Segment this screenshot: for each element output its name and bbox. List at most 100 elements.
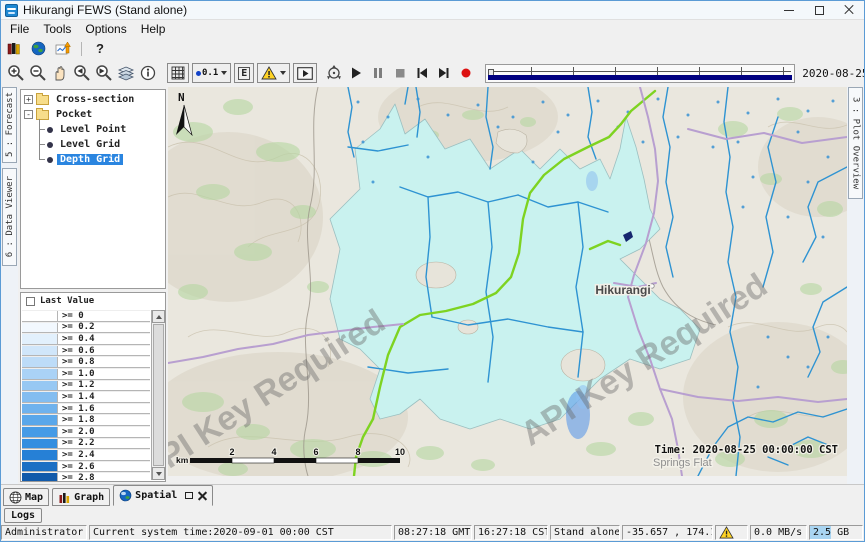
movie-button[interactable] — [293, 63, 317, 83]
scroll-down-button[interactable] — [152, 467, 165, 480]
minimize-button[interactable] — [774, 1, 804, 19]
menu-item-file[interactable]: File — [3, 21, 36, 37]
classbreak-dot-icon — [196, 71, 201, 76]
dock-tab-3-plot-overview[interactable]: 3 : Plot Overview — [848, 87, 863, 199]
status-coordinates: -35.657 , 174.199 — [622, 525, 713, 540]
legend-row[interactable]: >= 2.2 — [22, 438, 150, 450]
profile-button[interactable]: E — [234, 63, 254, 83]
dock-tab-5-forecast[interactable]: 5 : Forecast — [2, 87, 17, 163]
menu-item-tools[interactable]: Tools — [36, 21, 78, 37]
tree-item-level-grid[interactable]: Level Grid — [21, 137, 165, 152]
legend-row[interactable]: >= 0 — [22, 310, 150, 322]
close-icon[interactable] — [198, 491, 207, 500]
svg-text:2: 2 — [229, 447, 234, 457]
dock-tab-label: 6 : Data Viewer — [5, 176, 15, 257]
tree-label: Depth Grid — [57, 154, 123, 165]
tree-item-depth-grid[interactable]: Depth Grid — [21, 152, 165, 167]
chart-export-button[interactable] — [54, 40, 71, 57]
legend-scrollbar[interactable] — [151, 310, 165, 480]
tab-label: Map — [25, 492, 43, 503]
legend-swatch — [22, 427, 58, 437]
tree-label: Level Point — [57, 124, 129, 135]
tree-item-level-point[interactable]: Level Point — [21, 122, 165, 137]
last-value-checkbox[interactable] — [26, 297, 35, 306]
legend-row[interactable]: >= 2.0 — [22, 426, 150, 438]
map-canvas[interactable]: API Key Required API Key Required Hikura… — [168, 87, 847, 476]
zoom-next-button[interactable] — [93, 62, 114, 84]
animation-settings-button[interactable] — [323, 62, 344, 84]
scroll-up-button[interactable] — [152, 310, 165, 323]
restore-icon[interactable] — [185, 492, 193, 499]
step-forward-button[interactable] — [433, 62, 454, 84]
legend-row[interactable]: >= 1.6 — [22, 403, 150, 415]
zoom-in-icon — [7, 64, 25, 82]
toolbar-separator — [81, 42, 82, 56]
zoom-in-button[interactable] — [5, 62, 26, 84]
layers-button[interactable] — [115, 62, 136, 84]
stop-button[interactable] — [389, 62, 410, 84]
legend-row[interactable]: >= 2.4 — [22, 449, 150, 461]
tree-expander-icon[interactable]: + — [24, 95, 33, 104]
legend-row[interactable]: >= 0.6 — [22, 345, 150, 357]
close-button[interactable] — [834, 1, 864, 19]
map-display-button[interactable] — [30, 40, 47, 57]
legend-swatch — [22, 381, 58, 391]
legend-row[interactable]: >= 0.8 — [22, 356, 150, 368]
close-icon — [844, 5, 854, 15]
play-button[interactable] — [345, 62, 366, 84]
legend-row[interactable]: >= 2.6 — [22, 461, 150, 473]
menu-item-options[interactable]: Options — [78, 21, 133, 37]
tree-connector — [34, 137, 46, 152]
status-bar: AdministratorCurrent system time:2020-09… — [1, 524, 864, 541]
tree-item-pocket[interactable]: - Pocket — [21, 107, 165, 122]
pause-icon — [370, 65, 386, 81]
logs-button[interactable]: Logs — [4, 508, 42, 523]
legend-row[interactable]: >= 1.4 — [22, 391, 150, 403]
dock-tab-6-data-viewer[interactable]: 6 : Data Viewer — [2, 168, 17, 266]
tab-spatial[interactable]: Spatial — [113, 485, 213, 506]
legend-list: >= 0>= 0.2>= 0.4>= 0.6>= 0.8>= 1.0>= 1.2… — [22, 310, 150, 481]
map-container: API Key Required API Key Required Hikura… — [168, 87, 847, 484]
timeline-slider[interactable] — [485, 64, 795, 83]
maximize-button[interactable] — [804, 1, 834, 19]
wireframe-globe-icon — [9, 491, 22, 504]
thresholds-warning-dropdown[interactable] — [257, 63, 290, 83]
tab-graph[interactable]: Graph — [52, 488, 110, 506]
stop-icon — [392, 65, 408, 81]
pan-button[interactable] — [49, 62, 70, 84]
record-button[interactable] — [455, 62, 476, 84]
legend-row[interactable]: >= 0.4 — [22, 333, 150, 345]
window-title: Hikurangi FEWS (Stand alone) — [23, 3, 187, 17]
tree-label: Pocket — [53, 109, 95, 120]
scroll-thumb[interactable] — [153, 324, 164, 466]
zoom-out-button[interactable] — [27, 62, 48, 84]
zoom-next-icon — [95, 64, 113, 82]
svg-text:8: 8 — [355, 447, 360, 457]
legend-row[interactable]: >= 1.0 — [22, 368, 150, 380]
map-label-hikurangi: Hikurangi — [595, 283, 650, 297]
tree-expander-icon[interactable]: - — [24, 110, 33, 119]
legend-row[interactable]: >= 0.2 — [22, 322, 150, 334]
info-button[interactable] — [137, 62, 158, 84]
zoom-previous-button[interactable] — [71, 62, 92, 84]
database-button[interactable] — [6, 40, 23, 57]
tab-map[interactable]: Map — [3, 488, 49, 506]
main-toolbar: ? — [1, 38, 864, 59]
threshold-dropdown[interactable]: 0.1 — [192, 63, 231, 83]
triangle-down-icon — [156, 472, 162, 476]
legend-row[interactable]: >= 1.8 — [22, 414, 150, 426]
menu-item-help[interactable]: Help — [134, 21, 173, 37]
bullet-icon — [47, 157, 53, 163]
step-back-button[interactable] — [411, 62, 432, 84]
menu-bar: FileToolsOptionsHelp — [1, 20, 864, 38]
legend-row[interactable]: >= 1.2 — [22, 380, 150, 392]
legend-swatch — [22, 392, 58, 402]
pause-button[interactable] — [367, 62, 388, 84]
grid-display-button[interactable] — [167, 63, 189, 83]
legend-row[interactable]: >= 2.8 — [22, 472, 150, 482]
timeline-range-bar — [488, 75, 792, 80]
help-button[interactable]: ? — [92, 41, 108, 56]
tree-label: Level Grid — [57, 139, 123, 150]
tree-item-cross-section[interactable]: +Cross-section — [21, 92, 165, 107]
main-area: 5 : Forecast 6 : Data Viewer +Cross-secti… — [1, 87, 864, 484]
